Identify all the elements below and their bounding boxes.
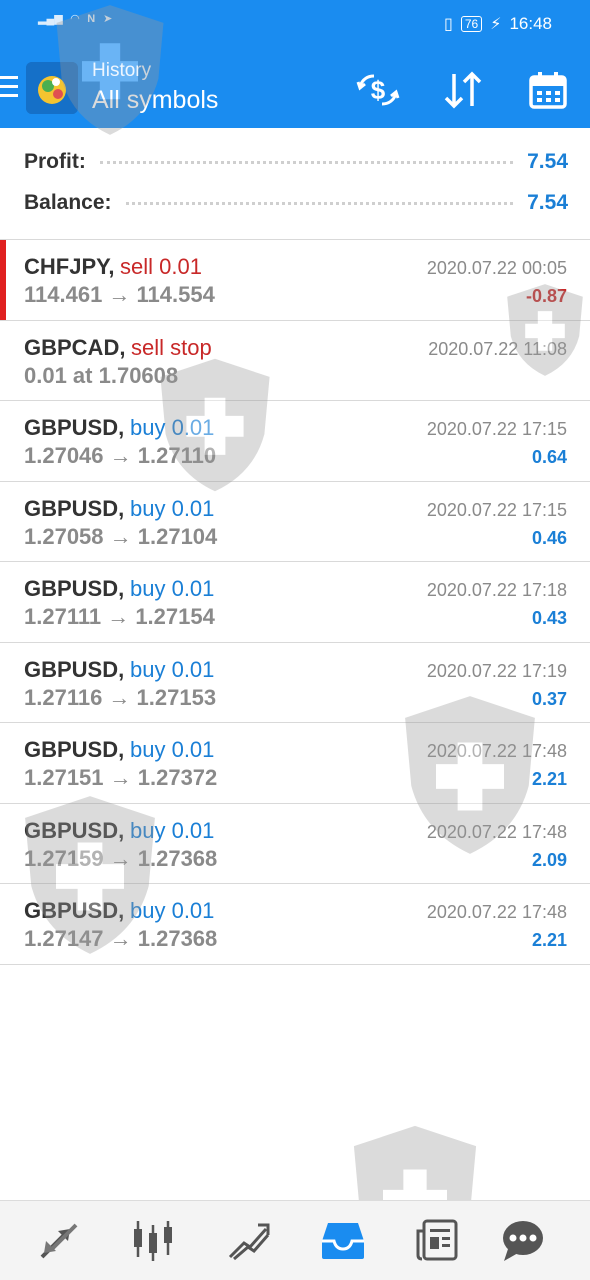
trade-operation: buy 0.01 <box>130 898 215 923</box>
trade-profit: 0.64 <box>531 447 567 467</box>
trade-operation: buy 0.01 <box>130 576 215 601</box>
trade-datetime: 2020.07.22 17:48 <box>426 741 567 761</box>
trade-row[interactable]: GBPUSD, buy 0.01 1.27159 → 1.27368 2020.… <box>0 804 590 884</box>
trade-prices: 1.27147 → 1.27368 <box>24 926 218 951</box>
history-icon[interactable] <box>320 1217 366 1263</box>
chart-icon[interactable] <box>130 1217 176 1263</box>
trade-row[interactable]: GBPUSD, buy 0.01 1.27111 → 1.27154 2020.… <box>0 562 590 643</box>
trade-operation: buy 0.01 <box>130 817 215 843</box>
clock: 16:48 <box>509 14 552 33</box>
toolbar: History All symbols $ <box>0 48 590 128</box>
title-block[interactable]: History All symbols <box>92 60 218 115</box>
trade-datetime: 2020.07.22 17:48 <box>426 821 567 842</box>
balance-row: Balance: 7.54 <box>24 188 568 218</box>
profit-row: Profit: 7.54 <box>24 147 568 177</box>
trade-prices: 0.01 at 1.70608 <box>24 362 179 388</box>
trade-datetime: 2020.07.22 00:05 <box>426 258 567 278</box>
profit-label: Profit: <box>24 150 86 173</box>
telegram-icon: ➤ <box>103 13 113 25</box>
trade-profit: 2.21 <box>531 930 567 950</box>
trade-prices: 114.461 → 114.554 <box>24 282 215 307</box>
trade-datetime: 2020.07.22 17:48 <box>426 902 567 922</box>
profit-leader-dots <box>99 160 514 164</box>
trade-icon[interactable] <box>226 1217 272 1263</box>
trade-datetime: 2020.07.22 17:15 <box>426 419 567 439</box>
calendar-icon[interactable] <box>528 70 568 110</box>
balance-label: Balance: <box>24 191 112 214</box>
trade-profit: 0.37 <box>531 688 567 709</box>
summary-panel: Profit: 7.54 Balance: 7.54 <box>0 128 590 240</box>
nfc-icon: N <box>87 12 96 25</box>
trade-profit: 2.21 <box>531 769 567 789</box>
trade-symbol: GBPCAD, <box>24 334 126 360</box>
vibrate-icon: ▯ <box>444 16 453 33</box>
trade-list: CHFJPY, sell 0.01 114.461 → 114.554 2020… <box>0 240 590 965</box>
trade-row[interactable]: GBPUSD, buy 0.01 1.27147 → 1.27368 2020.… <box>0 884 590 965</box>
trade-datetime: 2020.07.22 11:08 <box>428 338 567 359</box>
trade-prices: 1.27151 → 1.27372 <box>24 765 218 790</box>
trade-symbol: GBPUSD, <box>24 656 125 682</box>
app-header: ▂▄▆ ◠ N ➤ ▯ 76 ⚡ 16:48 History All symbo… <box>0 0 590 128</box>
trade-prices: 1.27116 → 1.27153 <box>24 684 217 710</box>
trade-symbol: GBPUSD, <box>24 898 125 923</box>
trade-row[interactable]: GBPCAD, sell stop 0.01 at 1.70608 2020.0… <box>0 321 590 401</box>
trade-prices: 1.27058 → 1.27104 <box>24 523 218 549</box>
page-subtitle: History <box>92 60 152 81</box>
currency-exchange-icon[interactable]: $ <box>356 70 400 110</box>
signal-icon: ▂▄▆ <box>38 13 63 25</box>
svg-text:$: $ <box>371 75 386 105</box>
news-icon[interactable] <box>414 1217 460 1263</box>
trade-datetime: 2020.07.22 17:19 <box>426 660 567 681</box>
trade-prices: 1.27159 → 1.27368 <box>24 845 218 871</box>
profit-value: 7.54 <box>527 150 568 173</box>
wifi-icon: ◠ <box>70 13 80 25</box>
trade-operation: sell 0.01 <box>120 254 202 279</box>
sort-icon[interactable] <box>442 70 482 110</box>
battery-indicator: 76 <box>460 16 483 32</box>
trade-operation: buy 0.01 <box>130 415 215 440</box>
trade-profit: 0.43 <box>531 608 567 628</box>
bottom-nav <box>0 1200 590 1280</box>
status-right: ▯ 76 ⚡ 16:48 <box>444 14 552 34</box>
trade-row[interactable]: GBPUSD, buy 0.01 1.27151 → 1.27372 2020.… <box>0 723 590 804</box>
trade-symbol: GBPUSD, <box>24 495 125 521</box>
app-logo[interactable] <box>26 62 78 114</box>
trade-profit: 2.09 <box>531 849 567 870</box>
trade-operation: sell stop <box>131 334 212 360</box>
trade-symbol: GBPUSD, <box>24 415 125 440</box>
trade-symbol: GBPUSD, <box>24 817 125 843</box>
status-bar: ▂▄▆ ◠ N ➤ ▯ 76 ⚡ 16:48 <box>0 0 590 48</box>
trade-prices: 1.27046 → 1.27110 <box>24 443 217 468</box>
balance-value: 7.54 <box>527 191 568 214</box>
trade-row[interactable]: GBPUSD, buy 0.01 1.27046 → 1.27110 2020.… <box>0 401 590 482</box>
trade-profit: -0.87 <box>525 286 567 306</box>
menu-icon[interactable] <box>0 76 18 100</box>
trade-prices: 1.27111 → 1.27154 <box>24 604 215 629</box>
trade-symbol: GBPUSD, <box>24 737 125 762</box>
quotes-icon[interactable] <box>36 1217 82 1263</box>
trade-profit: 0.46 <box>531 527 567 548</box>
trade-datetime: 2020.07.22 17:15 <box>426 499 567 520</box>
status-left: ▂▄▆ ◠ N ➤ <box>38 12 113 26</box>
trade-row[interactable]: CHFJPY, sell 0.01 114.461 → 114.554 2020… <box>0 240 590 321</box>
trade-datetime: 2020.07.22 17:18 <box>426 580 567 600</box>
trade-symbol: CHFJPY, <box>24 254 115 279</box>
balance-leader-dots <box>125 201 514 205</box>
trade-operation: buy 0.01 <box>130 737 215 762</box>
chat-icon[interactable] <box>500 1217 546 1263</box>
page-title: All symbols <box>92 86 219 114</box>
trade-symbol: GBPUSD, <box>24 576 125 601</box>
trade-row[interactable]: GBPUSD, buy 0.01 1.27058 → 1.27104 2020.… <box>0 482 590 562</box>
charging-icon: ⚡ <box>490 16 502 33</box>
trade-row[interactable]: GBPUSD, buy 0.01 1.27116 → 1.27153 2020.… <box>0 643 590 723</box>
trade-operation: buy 0.01 <box>130 495 215 521</box>
trade-operation: buy 0.01 <box>130 656 215 682</box>
